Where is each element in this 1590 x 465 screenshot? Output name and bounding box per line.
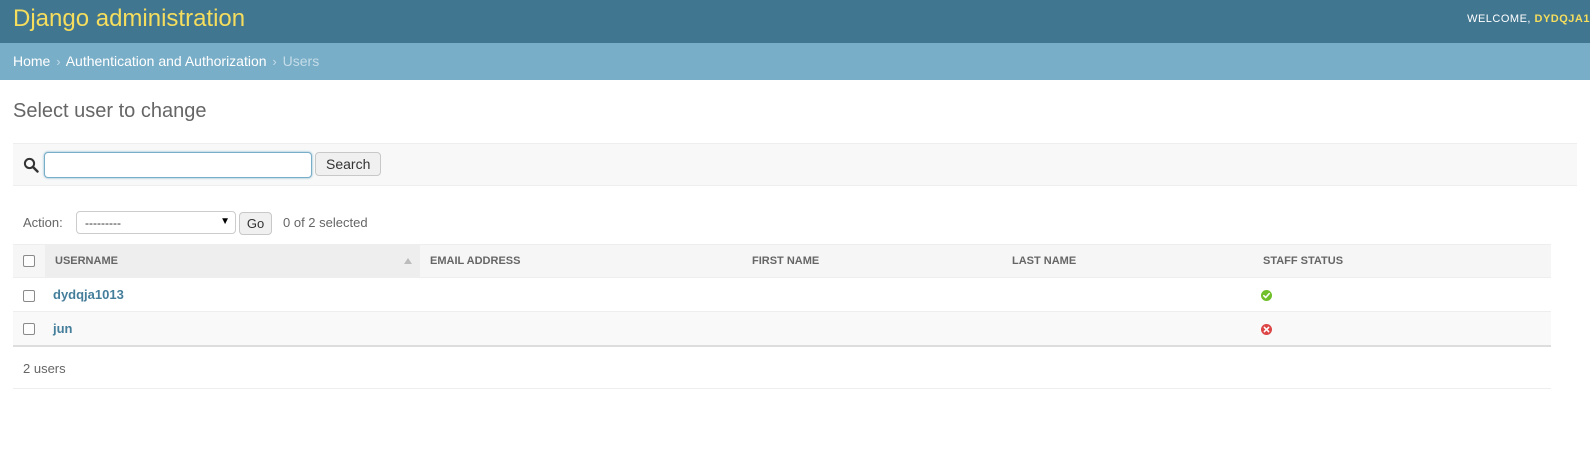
table-header-row: USERNAME EMAIL ADDRESS FIRST NAME LAST N… [13,244,1551,278]
last-name-cell [1002,311,1253,347]
row-checkbox[interactable] [23,289,35,302]
breadcrumb: Home › Authentication and Authorization … [0,43,1590,80]
column-header-last-name[interactable]: LAST NAME [1002,244,1253,278]
breadcrumb-separator: › [272,54,277,69]
column-header-label: LAST NAME [1012,255,1077,267]
page-title: Select user to change [13,100,207,122]
search-icon [23,157,39,173]
username-cell: dydqja1013 [45,277,420,312]
chevron-down-icon: ▼ [220,216,230,227]
result-list-table: USERNAME EMAIL ADDRESS FIRST NAME LAST N… [13,244,1551,347]
email-cell [420,277,742,312]
breadcrumb-separator: › [56,54,61,69]
table-row: dydqja1013 [13,277,1551,312]
search-input[interactable] [44,152,312,178]
main-content: Select user to change Search Action: ---… [0,80,1590,389]
check-circle-icon [1261,290,1272,302]
user-link[interactable]: jun [53,321,73,336]
user-tools: WELCOME, DYDQJA1 [1467,13,1590,25]
breadcrumb-auth[interactable]: Authentication and Authorization [66,53,267,69]
x-circle-icon [1261,323,1272,335]
username-cell: jun [45,311,420,347]
staff-status-cell [1253,311,1551,347]
site-name-link[interactable]: Django administration [13,5,245,33]
column-header-first-name[interactable]: FIRST NAME [742,244,1002,278]
column-header-label: FIRST NAME [752,255,820,267]
column-header-label: EMAIL ADDRESS [430,255,521,267]
paginator: 2 users [13,347,1551,389]
row-select-cell [13,311,45,347]
column-header-username[interactable]: USERNAME [45,244,420,278]
column-header-label: STAFF STATUS [1263,255,1344,267]
user-link[interactable]: dydqja1013 [53,287,124,302]
actions-bar: Action: --------- ▼ Go 0 of 2 selected [13,186,1577,244]
current-username: DYDQJA1 [1534,13,1590,25]
column-header-label: USERNAME [55,255,118,267]
select-all-checkbox[interactable] [23,255,35,268]
first-name-cell [742,277,1002,312]
table-row: jun [13,311,1551,347]
first-name-cell [742,311,1002,347]
select-all-header [13,244,45,278]
last-name-cell [1002,277,1253,312]
site-header: Django administration WELCOME, DYDQJA1 [0,0,1590,43]
breadcrumb-current: Users [282,53,320,69]
breadcrumb-home[interactable]: Home [13,53,50,69]
selected-count: 0 of 2 selected [283,215,368,230]
search-toolbar: Search [13,143,1577,186]
go-button[interactable]: Go [239,212,272,235]
row-checkbox[interactable] [23,323,35,336]
search-button[interactable]: Search [315,152,382,176]
action-select[interactable]: --------- ▼ [76,211,236,234]
action-selected-option: --------- [85,216,121,230]
column-header-staff-status[interactable]: STAFF STATUS [1253,244,1551,278]
sort-ascending-icon[interactable] [404,258,412,264]
staff-status-cell [1253,277,1551,312]
row-select-cell [13,277,45,312]
column-header-email[interactable]: EMAIL ADDRESS [420,244,742,278]
welcome-label: WELCOME, [1467,13,1531,25]
action-label: Action: [23,215,63,230]
email-cell [420,311,742,347]
